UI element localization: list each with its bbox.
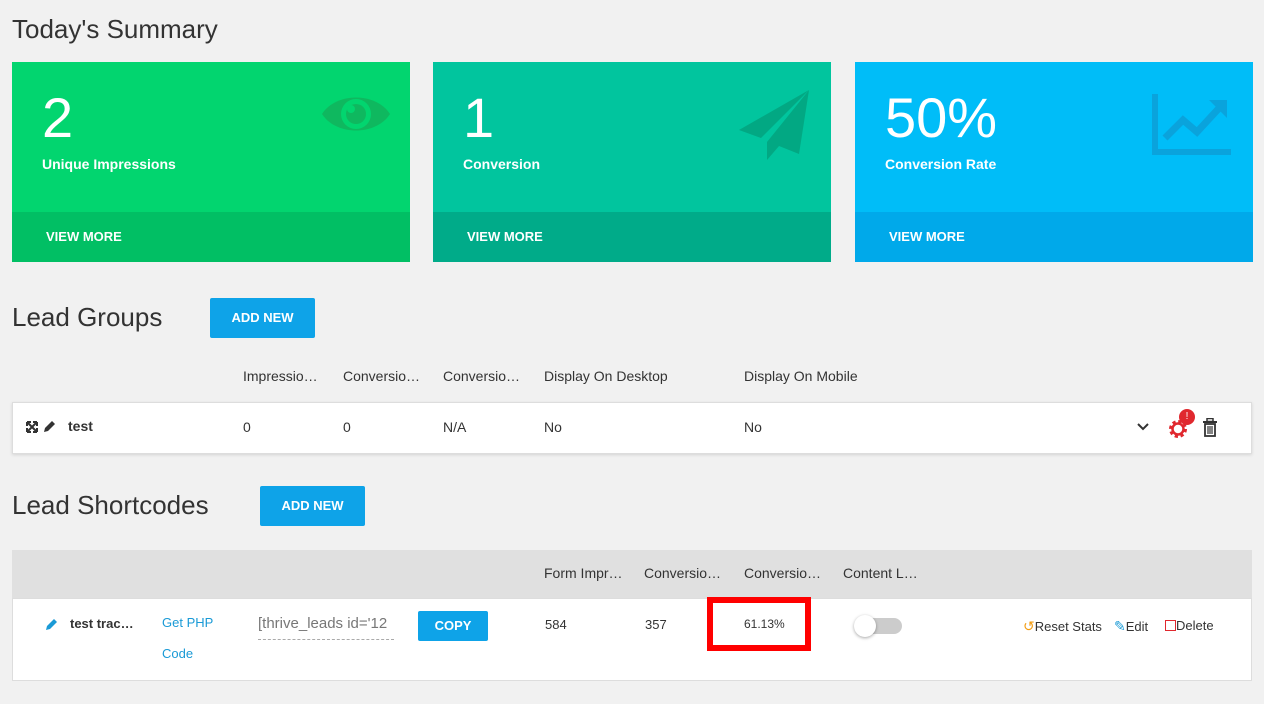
pencil-icon[interactable] [43, 420, 56, 433]
toggle-knob [854, 615, 876, 637]
conversion-view-more[interactable]: VIEW MORE [433, 212, 831, 262]
conversion-rate-label: Conversion Rate [885, 156, 997, 172]
lead-group-desktop: No [544, 419, 562, 435]
column-header-conversions[interactable]: Conversio… [343, 368, 420, 384]
conversion-rate-value: 50% [885, 86, 998, 149]
shortcode-input[interactable]: [thrive_leads id='12 [258, 612, 394, 640]
column-header-display-mobile[interactable]: Display On Mobile [744, 368, 858, 384]
impressions-view-more[interactable]: VIEW MORE [12, 212, 410, 262]
lead-group-mobile: No [744, 419, 762, 435]
alert-badge: ! [1179, 409, 1195, 425]
shortcodes-table-header [12, 550, 1252, 598]
shortcode-conversion-rate: 61.13% [744, 617, 785, 631]
column-header-display-desktop[interactable]: Display On Desktop [544, 368, 668, 384]
lead-group-name: test [68, 418, 93, 434]
paper-plane-icon [739, 90, 809, 160]
column-header-content-locking[interactable]: Content L… [843, 565, 918, 581]
edit-label: Edit [1125, 619, 1149, 634]
delete-button[interactable]: Delete [1165, 618, 1214, 633]
trash-icon[interactable] [1202, 418, 1218, 437]
lead-shortcodes-title: Lead Shortcodes [12, 490, 209, 520]
lead-group-rate: N/A [443, 419, 467, 435]
copy-button[interactable]: COPY [418, 611, 488, 641]
impressions-label: Unique Impressions [42, 156, 176, 172]
edit-icon: ✎ [1114, 618, 1126, 634]
delete-icon [1165, 620, 1176, 631]
conversion-rate-view-more[interactable]: VIEW MORE [855, 212, 1253, 262]
conversion-card: 1 Conversion VIEW MORE [433, 62, 831, 262]
impressions-card: 2 Unique Impressions VIEW MORE [12, 62, 410, 262]
column-header-conversion-rate[interactable]: Conversio… [744, 565, 821, 581]
column-header-form-impressions[interactable]: Form Impr… [544, 565, 623, 581]
impressions-value: 2 [42, 86, 74, 149]
column-header-conversions[interactable]: Conversio… [644, 565, 721, 581]
lead-groups-title: Lead Groups [12, 302, 163, 332]
lead-group-impressions: 0 [243, 419, 251, 435]
conversion-rate-card: 50% Conversion Rate VIEW MORE [855, 62, 1253, 262]
pencil-icon[interactable] [45, 618, 58, 631]
content-locking-toggle[interactable] [854, 615, 902, 637]
reset-stats-button[interactable]: ↺Reset Stats [1023, 618, 1102, 635]
column-header-impressions[interactable]: Impressio… [243, 368, 318, 384]
get-php-code-link[interactable]: Get PHP Code [162, 616, 213, 661]
edit-button[interactable]: ✎Edit [1114, 618, 1148, 635]
get-php-code-link-line2: Code [162, 646, 194, 661]
conversion-label: Conversion [463, 156, 541, 172]
column-header-conversion-rate[interactable]: Conversio… [443, 368, 520, 384]
trending-chart-icon [1152, 94, 1231, 155]
add-lead-shortcode-button[interactable]: ADD NEW [260, 486, 365, 526]
eye-icon [322, 97, 390, 131]
conversion-value: 1 [463, 86, 495, 149]
delete-label: Delete [1176, 618, 1214, 633]
expand-icon[interactable] [26, 421, 38, 433]
add-lead-group-button[interactable]: ADD NEW [210, 298, 315, 338]
shortcode-name: test trac… [70, 616, 134, 631]
shortcode-form-impressions: 584 [545, 617, 567, 632]
reset-icon: ↺ [1023, 618, 1035, 634]
lead-group-row: test 0 0 N/A No No ! [12, 402, 1252, 454]
shortcode-conversions: 357 [645, 617, 667, 632]
summary-title: Today's Summary [12, 14, 218, 44]
chevron-down-icon[interactable] [1137, 423, 1149, 431]
lead-shortcode-row: test trac… Get PHP Code [thrive_leads id… [12, 597, 1252, 681]
lead-group-conversions: 0 [343, 419, 351, 435]
reset-stats-label: Reset Stats [1034, 619, 1102, 634]
get-php-code-link-line1: Get PHP [162, 615, 214, 630]
